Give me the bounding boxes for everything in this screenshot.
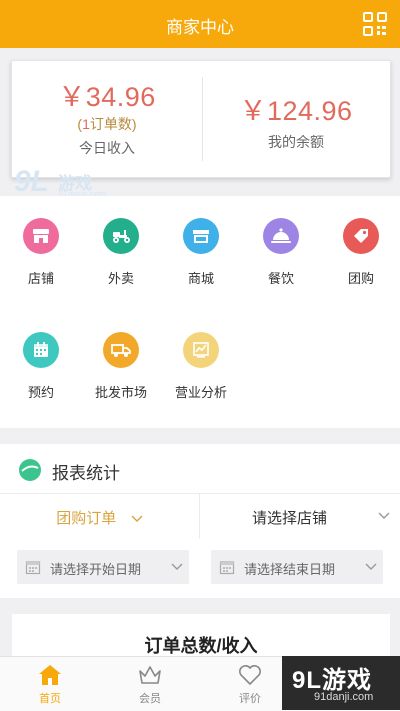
heart-icon (239, 665, 261, 686)
menu-label: 商城 (187, 271, 214, 286)
income-summary-card: ￥34.96 (1订单数) 今日收入 ￥124.96 我的余额 (11, 60, 391, 178)
balance-label: 我的余额 (268, 134, 324, 150)
calendar-icon (23, 332, 59, 368)
menu-label: 店铺 (27, 271, 54, 286)
end-date-placeholder: 请选择结束日期 (244, 562, 336, 577)
report-title: 报表统计 (52, 464, 120, 483)
top-bar: 商家中心 (0, 0, 400, 48)
order-type-value: 团购订单 (56, 510, 117, 527)
menu-label: 团购 (347, 271, 374, 286)
today-income-label: 今日收入 (79, 140, 135, 156)
menu-item-dining[interactable]: 餐饮 (241, 218, 321, 287)
menu-item-appointment[interactable]: 预约 (1, 332, 81, 401)
calendar-icon (219, 561, 235, 575)
today-income-amount: ￥34.96 (58, 82, 156, 112)
end-date-field[interactable]: 请选择结束日期 (211, 550, 383, 584)
dining-cloche-icon (263, 218, 299, 254)
corner-watermark-logo: 9L游戏 91danji.com (282, 656, 400, 710)
today-order-count: (1订单数) (77, 116, 137, 132)
nav-home[interactable]: 首页 (0, 657, 100, 711)
report-statistics: 报表统计 团购订单 请选择店铺 请选择开始日期 请选择结束日期 (0, 444, 400, 598)
shop-icon (23, 218, 59, 254)
chevron-down-icon (365, 563, 377, 570)
page-title: 商家中心 (166, 18, 234, 37)
report-icon (19, 459, 41, 481)
menu-label: 营业分析 (174, 385, 227, 400)
shop-select[interactable]: 请选择店铺 (200, 494, 400, 540)
function-menu: 店铺 外卖 商城 餐饮 团购 预约 批发市场 营业分析 (0, 196, 400, 428)
menu-item-delivery[interactable]: 外卖 (81, 218, 161, 287)
chevron-down-icon (171, 563, 183, 570)
chevron-down-icon (378, 512, 390, 519)
menu-item-wholesale[interactable]: 批发市场 (81, 332, 161, 401)
delivery-scooter-icon (103, 218, 139, 254)
balance[interactable]: ￥124.96 我的余额 (202, 61, 390, 177)
menu-label: 外卖 (107, 271, 134, 286)
qr-code-icon[interactable] (362, 11, 388, 37)
menu-item-analytics[interactable]: 营业分析 (161, 332, 241, 401)
start-date-field[interactable]: 请选择开始日期 (17, 550, 189, 584)
order-type-select[interactable]: 团购订单 (0, 494, 199, 540)
today-income[interactable]: ￥34.96 (1订单数) 今日收入 (12, 61, 202, 177)
menu-label: 餐饮 (267, 271, 294, 286)
menu-item-groupbuy[interactable]: 团购 (321, 218, 400, 287)
menu-item-shop[interactable]: 店铺 (1, 218, 81, 287)
truck-icon (103, 332, 139, 368)
store-icon (183, 218, 219, 254)
nav-label: 会员 (139, 693, 161, 705)
chevron-down-icon (131, 515, 143, 522)
calendar-icon (25, 561, 41, 575)
menu-label: 批发市场 (94, 385, 147, 400)
menu-item-mall[interactable]: 商城 (161, 218, 241, 287)
shop-select-placeholder: 请选择店铺 (252, 510, 328, 527)
nav-label: 首页 (39, 693, 61, 705)
nav-member[interactable]: 会员 (100, 657, 200, 711)
analytics-chart-icon (183, 332, 219, 368)
crown-icon (139, 666, 161, 684)
home-icon (39, 665, 61, 685)
tag-icon (343, 218, 379, 254)
start-date-placeholder: 请选择开始日期 (50, 562, 142, 577)
order-total-title: 订单总数/收入 (144, 636, 258, 656)
menu-label: 预约 (27, 385, 54, 400)
balance-amount: ￥124.96 (239, 96, 353, 126)
